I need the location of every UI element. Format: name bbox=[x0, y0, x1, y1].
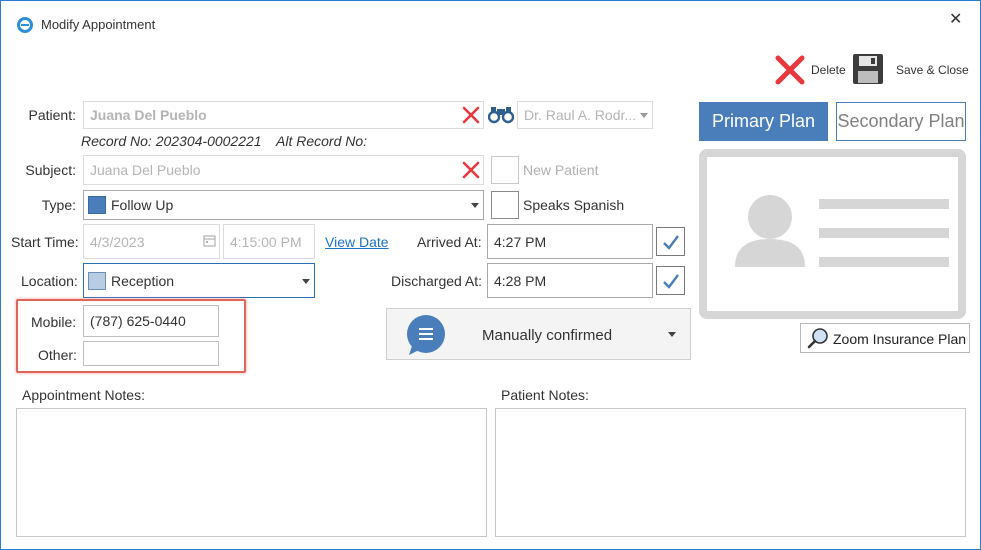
chat-bubble-icon bbox=[407, 315, 445, 355]
location-value: Reception bbox=[111, 272, 175, 289]
provider-chevron-down-icon bbox=[640, 113, 648, 118]
modify-appointment-window: Modify Appointment ✕ Delete Save & Close… bbox=[0, 0, 981, 550]
zoom-insurance-label: Zoom Insurance Plan bbox=[833, 331, 967, 347]
secondary-plan-label: Secondary Plan bbox=[837, 111, 965, 131]
mobile-input[interactable]: (787) 625-0440 bbox=[83, 305, 219, 337]
arrived-input[interactable]: 4:27 PM bbox=[487, 224, 653, 259]
binoculars-icon[interactable] bbox=[488, 106, 514, 124]
discharged-input[interactable]: 4:28 PM bbox=[487, 263, 653, 298]
speaks-spanish-label: Speaks Spanish bbox=[523, 197, 625, 213]
magnifier-icon bbox=[807, 328, 828, 349]
primary-plan-label: Primary Plan bbox=[711, 111, 816, 131]
close-icon[interactable]: ✕ bbox=[949, 9, 962, 29]
location-chevron-down-icon bbox=[302, 279, 310, 284]
type-value: Follow Up bbox=[111, 197, 174, 213]
record-no: Record No: 202304-0002221 bbox=[81, 133, 262, 149]
tab-secondary-plan[interactable]: Secondary Plan bbox=[836, 102, 966, 141]
type-chevron-down-icon bbox=[471, 203, 479, 208]
other-label: Other: bbox=[38, 347, 77, 363]
start-date-input[interactable]: 4/3/2023 bbox=[83, 224, 220, 259]
subject-value: Juana Del Pueblo bbox=[90, 162, 201, 178]
subject-input[interactable]: Juana Del Pueblo bbox=[83, 155, 484, 185]
type-label: Type: bbox=[41, 197, 76, 213]
delete-button[interactable]: Delete bbox=[773, 53, 847, 87]
other-input[interactable] bbox=[83, 341, 219, 366]
id-card-icon bbox=[735, 195, 949, 267]
save-close-label: Save & Close bbox=[896, 63, 969, 77]
new-patient-checkbox[interactable] bbox=[491, 156, 519, 184]
arrived-value: 4:27 PM bbox=[494, 233, 547, 250]
insurance-card-image bbox=[699, 149, 966, 319]
patient-value: Juana Del Pueblo bbox=[90, 107, 207, 123]
delete-icon bbox=[775, 55, 805, 85]
subject-label: Subject: bbox=[25, 162, 76, 178]
appointment-notes-textarea[interactable] bbox=[16, 408, 487, 537]
type-color-swatch bbox=[88, 196, 106, 214]
location-label: Location: bbox=[21, 273, 78, 289]
provider-select[interactable]: Dr. Raul A. Rodr... bbox=[517, 101, 653, 129]
patient-notes-textarea[interactable] bbox=[495, 408, 966, 537]
location-select[interactable]: Reception bbox=[83, 263, 315, 298]
start-time-input[interactable]: 4:15:00 PM bbox=[223, 224, 315, 259]
start-time-value: 4:15:00 PM bbox=[230, 233, 302, 250]
confirmation-chevron-down-icon bbox=[668, 332, 676, 337]
new-patient-label: New Patient bbox=[523, 162, 599, 178]
confirmation-value: Manually confirmed bbox=[482, 327, 613, 344]
location-color-swatch bbox=[88, 271, 106, 290]
clear-patient-icon[interactable] bbox=[462, 106, 480, 124]
type-select[interactable]: Follow Up bbox=[83, 190, 484, 220]
discharged-value: 4:28 PM bbox=[494, 272, 547, 289]
clear-subject-icon[interactable] bbox=[462, 161, 480, 179]
save-icon bbox=[853, 54, 883, 84]
window-title: Modify Appointment bbox=[41, 17, 156, 32]
patient-notes-label: Patient Notes: bbox=[501, 387, 589, 403]
app-logo-icon bbox=[17, 17, 33, 33]
patient-input[interactable]: Juana Del Pueblo bbox=[83, 101, 484, 129]
save-close-button[interactable]: Save & Close bbox=[851, 51, 971, 87]
start-time-label: Start Time: bbox=[11, 234, 79, 250]
confirmation-select[interactable]: Manually confirmed bbox=[386, 308, 691, 360]
alt-record-no: Alt Record No: bbox=[276, 133, 368, 149]
checkmark-icon bbox=[662, 273, 679, 289]
checkmark-icon bbox=[662, 234, 679, 250]
mobile-value: (787) 625-0440 bbox=[90, 313, 186, 329]
appointment-notes-label: Appointment Notes: bbox=[22, 387, 145, 403]
mobile-label: Mobile: bbox=[31, 314, 77, 330]
provider-value: Dr. Raul A. Rodr... bbox=[524, 107, 637, 123]
delete-label: Delete bbox=[811, 63, 846, 77]
patient-label: Patient: bbox=[28, 107, 76, 123]
arrived-check-button[interactable] bbox=[656, 227, 685, 256]
discharged-check-button[interactable] bbox=[656, 266, 685, 295]
tab-primary-plan[interactable]: Primary Plan bbox=[699, 102, 828, 141]
arrived-label: Arrived At: bbox=[417, 234, 482, 250]
start-date-value: 4/3/2023 bbox=[90, 233, 145, 250]
calendar-icon[interactable] bbox=[203, 234, 216, 247]
zoom-insurance-button[interactable]: Zoom Insurance Plan bbox=[800, 323, 970, 353]
discharged-label: Discharged At: bbox=[391, 273, 483, 289]
view-date-link[interactable]: View Date bbox=[325, 234, 389, 250]
speaks-spanish-checkbox[interactable] bbox=[491, 191, 519, 219]
